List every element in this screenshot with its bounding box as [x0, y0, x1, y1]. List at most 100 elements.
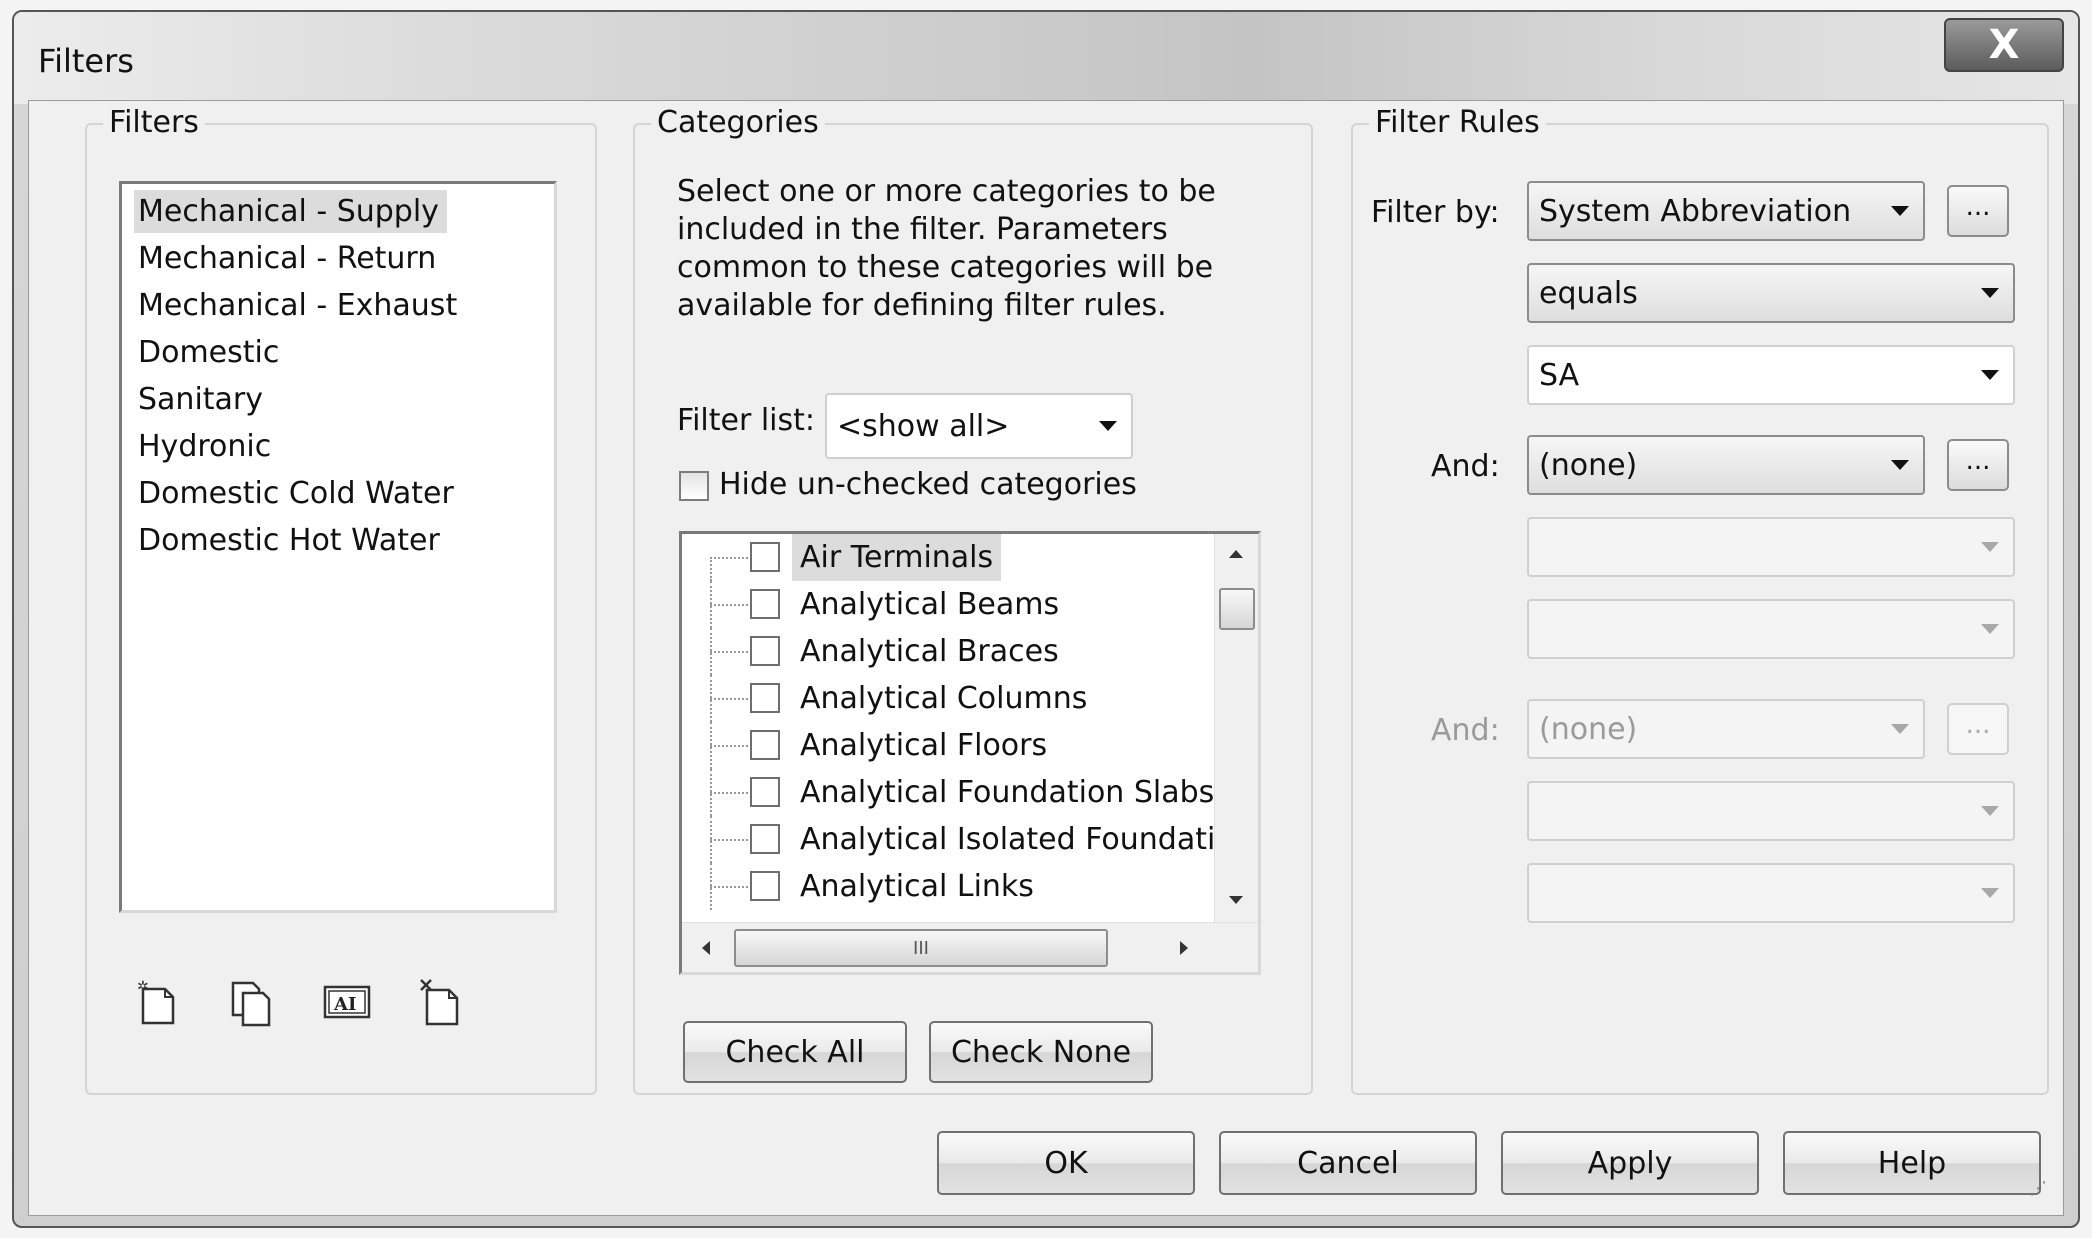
and1-label: And:: [1431, 449, 1500, 484]
chevron-down-icon: [1981, 624, 1999, 634]
filters-list[interactable]: Mechanical - Supply Mechanical - Return …: [119, 181, 557, 913]
categories-vertical-scrollbar[interactable]: [1214, 534, 1258, 922]
chevron-down-icon: [1099, 421, 1117, 431]
dialog-title: Filters: [38, 42, 134, 80]
resize-grip-icon[interactable]: ⋰: [2029, 1178, 2047, 1199]
filter-list-item[interactable]: Mechanical - Return: [122, 235, 554, 282]
category-checkbox[interactable]: [750, 589, 780, 619]
categories-description: Select one or more categories to be incl…: [677, 174, 1216, 323]
svg-text:✲: ✲: [137, 979, 149, 995]
rule1-operator-dropdown[interactable]: equals: [1527, 263, 2015, 323]
category-label[interactable]: Analytical Floors: [800, 722, 1047, 769]
filters-group: Filters Mechanical - Supply Mechanical -…: [85, 105, 597, 1095]
filter-item-label: Mechanical - Supply: [134, 190, 447, 233]
rename-filter-icon[interactable]: AI: [319, 975, 375, 1031]
category-checkbox[interactable]: [750, 636, 780, 666]
filter-list-item[interactable]: Mechanical - Supply: [122, 188, 554, 235]
scroll-left-icon[interactable]: [700, 939, 712, 957]
hide-unchecked-label[interactable]: Hide un-checked categories: [719, 467, 1137, 502]
filter-by-label: Filter by:: [1371, 195, 1500, 230]
apply-button[interactable]: Apply: [1501, 1131, 1759, 1195]
category-checkbox[interactable]: [750, 683, 780, 713]
chevron-down-icon: [1891, 206, 1909, 216]
category-checkbox[interactable]: [750, 824, 780, 854]
close-button[interactable]: X: [1944, 18, 2064, 72]
filter-list-item[interactable]: Sanitary: [122, 376, 554, 423]
category-label[interactable]: Analytical Links: [800, 863, 1034, 910]
category-checkbox[interactable]: [750, 871, 780, 901]
filter-list-value: <show all>: [837, 408, 1010, 444]
filters-group-label: Filters: [103, 105, 205, 140]
category-row[interactable]: Analytical Braces: [682, 628, 1212, 675]
check-all-button[interactable]: Check All: [683, 1021, 907, 1083]
rule3-value-combobox[interactable]: [1527, 863, 2015, 923]
category-label[interactable]: Analytical Beams: [800, 581, 1059, 628]
filter-list-item[interactable]: Domestic: [122, 329, 554, 376]
scroll-down-icon[interactable]: [1227, 894, 1245, 906]
duplicate-filter-icon[interactable]: [223, 975, 279, 1031]
vertical-scroll-thumb[interactable]: [1219, 588, 1255, 630]
filter-list-item[interactable]: Domestic Cold Water: [122, 470, 554, 517]
scroll-right-icon[interactable]: [1178, 939, 1190, 957]
chevron-down-icon: [1981, 370, 1999, 380]
category-checkbox[interactable]: [750, 730, 780, 760]
title-bar[interactable]: Filters X: [14, 12, 2078, 104]
dialog-body: Filters Mechanical - Supply Mechanical -…: [28, 100, 2064, 1216]
check-none-button[interactable]: Check None: [929, 1021, 1153, 1083]
chevron-down-icon: [1981, 806, 1999, 816]
rule2-operator-dropdown[interactable]: [1527, 517, 2015, 577]
category-row[interactable]: Analytical Foundation Slabs: [682, 769, 1214, 816]
chevron-down-icon: [1981, 288, 1999, 298]
rule2-value-combobox[interactable]: [1527, 599, 2015, 659]
rule3-parameter-value: (none): [1539, 711, 1638, 747]
category-label[interactable]: Analytical Columns: [800, 675, 1087, 722]
scroll-up-icon[interactable]: [1227, 548, 1245, 560]
and2-label: And:: [1431, 713, 1500, 748]
filter-list-dropdown[interactable]: <show all>: [825, 393, 1133, 459]
category-label[interactable]: Analytical Isolated Foundati..: [800, 816, 1234, 863]
category-row[interactable]: Analytical Columns: [682, 675, 1212, 722]
filter-rules-group: Filter Rules Filter by: System Abbreviat…: [1351, 105, 2049, 1095]
filter-rules-group-label: Filter Rules: [1369, 105, 1546, 140]
new-filter-icon[interactable]: ✲: [129, 975, 185, 1031]
category-checkbox[interactable]: [750, 777, 780, 807]
help-button[interactable]: Help: [1783, 1131, 2041, 1195]
rule1-operator-value: equals: [1539, 275, 1638, 311]
categories-tree[interactable]: Air Terminals Analytical Beams Analytica…: [679, 531, 1261, 975]
rule3-parameter-dropdown[interactable]: (none): [1527, 699, 1925, 759]
rule2-parameter-value: (none): [1539, 447, 1638, 483]
rule3-operator-dropdown[interactable]: [1527, 781, 2015, 841]
filter-list-label: Filter list:: [677, 403, 816, 438]
category-checkbox[interactable]: [750, 542, 780, 572]
category-label[interactable]: Analytical Foundation Slabs: [800, 769, 1214, 816]
categories-group: Categories Select one or more categories…: [633, 105, 1313, 1095]
svg-text:AI: AI: [333, 994, 356, 1015]
filter-list-item[interactable]: Mechanical - Exhaust: [122, 282, 554, 329]
chevron-down-icon: [1891, 724, 1909, 734]
filters-dialog: Filters X Filters Mechanical - Supply Me…: [12, 10, 2080, 1228]
category-row[interactable]: Analytical Isolated Foundati..: [682, 816, 1234, 863]
delete-filter-icon[interactable]: [413, 975, 469, 1031]
categories-horizontal-scrollbar[interactable]: III: [682, 922, 1258, 972]
horizontal-scroll-thumb[interactable]: III: [734, 929, 1108, 967]
filter-list-item[interactable]: Domestic Hot Water: [122, 517, 554, 564]
rule3-browse-button[interactable]: ...: [1947, 703, 2009, 755]
rule1-parameter-dropdown[interactable]: System Abbreviation: [1527, 181, 1925, 241]
category-row[interactable]: Analytical Links: [682, 863, 1212, 910]
categories-group-label: Categories: [651, 105, 825, 140]
rule1-parameter-value: System Abbreviation: [1539, 193, 1852, 229]
cancel-button[interactable]: Cancel: [1219, 1131, 1477, 1195]
chevron-down-icon: [1981, 888, 1999, 898]
category-label[interactable]: Analytical Braces: [800, 628, 1059, 675]
category-row[interactable]: Air Terminals: [682, 534, 1212, 581]
rule2-browse-button[interactable]: ...: [1947, 439, 2009, 491]
rule1-value-combobox[interactable]: SA: [1527, 345, 2015, 405]
rule1-browse-button[interactable]: ...: [1947, 185, 2009, 237]
ok-button[interactable]: OK: [937, 1131, 1195, 1195]
hide-unchecked-checkbox[interactable]: [679, 471, 709, 501]
rule2-parameter-dropdown[interactable]: (none): [1527, 435, 1925, 495]
category-row[interactable]: Analytical Floors: [682, 722, 1212, 769]
filter-list-item[interactable]: Hydronic: [122, 423, 554, 470]
category-row[interactable]: Analytical Beams: [682, 581, 1212, 628]
category-label[interactable]: Air Terminals: [792, 534, 1002, 581]
